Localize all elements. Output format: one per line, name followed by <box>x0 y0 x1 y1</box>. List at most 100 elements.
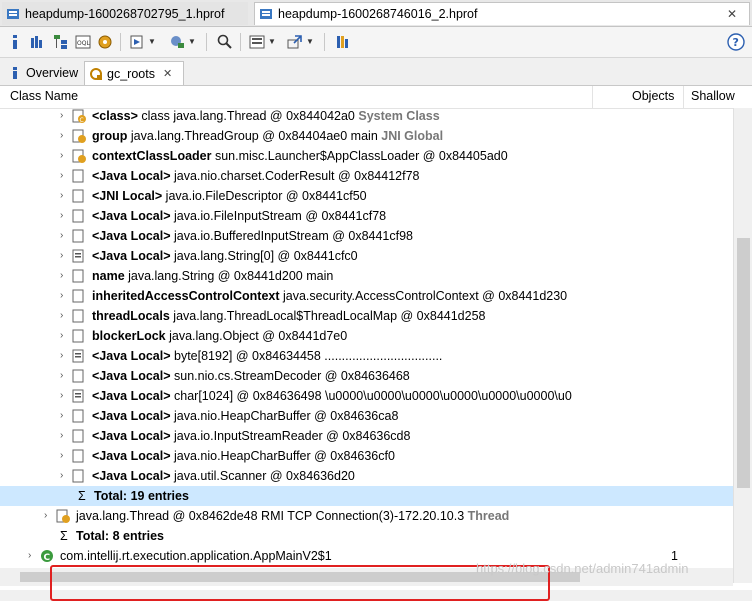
object-reference: java.lang.String[0] @ 0x8441cfc0 <box>170 249 358 263</box>
chevron-right-icon[interactable]: › <box>60 170 63 181</box>
chevron-down-icon[interactable]: ▼ <box>268 37 276 46</box>
field-name: <JNI Local> <box>92 189 163 203</box>
table-row[interactable]: › <Java Local> java.io.BufferedInputStrea… <box>0 226 733 246</box>
heapdump-file-icon <box>6 7 20 21</box>
calculate-retained-size-icon[interactable] <box>248 33 266 51</box>
chevron-right-icon[interactable]: › <box>60 250 63 261</box>
table-row[interactable]: › <Java Local> java.nio.HeapCharBuffer @ … <box>0 446 733 466</box>
editor-tab-heapdump-2[interactable]: heapdump-1600268746016_2.hprof ✕ <box>254 2 750 25</box>
table-row[interactable]: › <Java Local> java.nio.HeapCharBuffer @ … <box>0 406 733 426</box>
editor-tab-heapdump-1[interactable]: heapdump-1600268702795_1.hprof <box>2 2 248 25</box>
vertical-scrollbar[interactable] <box>733 108 752 583</box>
table-row-total-outer[interactable]: Σ Total: 8 entries <box>0 526 733 546</box>
object-reference: sun.nio.cs.StreamDecoder @ 0x84636468 <box>170 369 410 383</box>
object-reference: java.lang.Object @ 0x8441d7e0 <box>165 329 348 343</box>
dominator-tree-icon[interactable] <box>52 33 70 51</box>
table-row-total-inner[interactable]: Σ Total: 19 entries <box>0 486 733 506</box>
table-row[interactable]: › <Java Local> java.lang.String[0] @ 0x84… <box>0 246 733 266</box>
field-name: <Java Local> <box>92 249 171 263</box>
table-row[interactable]: › <Java Local> byte[8192] @ 0x84634458 ..… <box>0 346 733 366</box>
object-reference: java.io.FileInputStream @ 0x8441cf78 <box>170 209 387 223</box>
column-header-objects[interactable]: Objects <box>632 89 674 103</box>
object-reference: java.util.Scanner @ 0x84636d20 <box>170 469 355 483</box>
field-name: blockerLock <box>92 329 166 343</box>
close-icon[interactable]: ✕ <box>727 7 737 21</box>
object-icon <box>72 368 86 384</box>
chevron-right-icon[interactable]: › <box>60 110 63 121</box>
chevron-right-icon[interactable]: › <box>60 430 63 441</box>
chevron-right-icon[interactable]: › <box>60 210 63 221</box>
histogram-icon[interactable] <box>28 33 46 51</box>
table-row[interactable]: › name java.lang.String @ 0x8441d200 main <box>0 266 733 286</box>
chevron-right-icon[interactable]: › <box>44 510 47 521</box>
chevron-right-icon[interactable]: › <box>60 130 63 141</box>
object-icon <box>72 328 86 344</box>
table-row[interactable]: › group java.lang.ThreadGroup @ 0x84404ae… <box>0 126 733 146</box>
object-reference: sun.misc.Launcher$AppClassLoader @ 0x844… <box>211 149 508 163</box>
chevron-down-icon[interactable]: ▼ <box>148 37 156 46</box>
table-row[interactable]: › <Java Local> java.io.FileInputStream @ … <box>0 206 733 226</box>
chevron-right-icon[interactable]: › <box>60 310 63 321</box>
thread-row-gc-type: Thread <box>464 509 510 523</box>
svg-text:C: C <box>80 117 84 124</box>
tab-gc-roots[interactable]: gc_roots ✕ <box>84 61 184 85</box>
table-row[interactable]: › C <class> class java.lang.Thread @ 0x844… <box>0 106 733 126</box>
run-report-icon[interactable] <box>128 33 146 51</box>
gc-root-type: JNI Global <box>377 129 444 143</box>
info-icon[interactable] <box>6 33 24 51</box>
object-icon <box>72 468 86 484</box>
table-row[interactable]: › <JNI Local> java.io.FileDescriptor @ 0x… <box>0 186 733 206</box>
chevron-right-icon[interactable]: › <box>60 330 63 341</box>
chevron-right-icon[interactable]: › <box>60 410 63 421</box>
object-reference: java.io.BufferedInputStream @ 0x8441cf98 <box>170 229 413 243</box>
table-row[interactable]: › inheritedAccessControlContext java.secu… <box>0 286 733 306</box>
close-icon[interactable]: ✕ <box>163 67 172 80</box>
object-reference: java.lang.ThreadGroup @ 0x84404ae0 main <box>127 129 378 143</box>
chevron-down-icon[interactable]: ▼ <box>306 37 314 46</box>
chevron-right-icon[interactable]: › <box>60 270 63 281</box>
object-icon <box>72 248 86 264</box>
table-row-thread[interactable]: › java.lang.Thread @ 0x8462de48 RMI TCP … <box>0 506 733 526</box>
group-by-icon[interactable] <box>334 33 352 51</box>
total-outer-label: Total: 8 entries <box>76 529 164 543</box>
chevron-down-icon[interactable]: ▼ <box>188 37 196 46</box>
object-icon <box>72 268 86 284</box>
table-row[interactable]: › <Java Local> java.io.InputStreamReader … <box>0 426 733 446</box>
chevron-right-icon[interactable]: › <box>60 350 63 361</box>
table-row[interactable]: › contextClassLoader sun.misc.Launcher$Ap… <box>0 146 733 166</box>
query-browser-icon[interactable] <box>168 33 186 51</box>
table-row[interactable]: › blockerLock java.lang.Object @ 0x8441d7… <box>0 326 733 346</box>
tab-overview[interactable]: Overview <box>6 61 84 85</box>
tab-label: gc_roots <box>107 66 155 81</box>
chevron-right-icon[interactable]: › <box>60 450 63 461</box>
chevron-right-icon[interactable]: › <box>60 470 63 481</box>
help-icon[interactable]: ? <box>727 33 745 51</box>
vertical-scrollbar-thumb[interactable] <box>737 238 750 488</box>
object-icon <box>72 428 86 444</box>
table-row[interactable]: › <Java Local> java.util.Scanner @ 0x8463… <box>0 466 733 486</box>
gc-roots-tree-table: Class Name Objects Shallow › C <class> cla… <box>0 86 752 601</box>
object-icon <box>72 348 86 364</box>
chevron-right-icon[interactable]: › <box>60 390 63 401</box>
table-row[interactable]: › <Java Local> sun.nio.cs.StreamDecoder @… <box>0 366 733 386</box>
column-header-class-name[interactable]: Class Name <box>10 89 78 103</box>
table-row[interactable]: › <Java Local> char[1024] @ 0x84636498 \u… <box>0 386 733 406</box>
sum-icon: Σ <box>60 529 68 543</box>
oql-icon[interactable]: OQL <box>74 33 92 51</box>
chevron-right-icon[interactable]: › <box>60 370 63 381</box>
search-icon[interactable] <box>216 33 234 51</box>
export-icon[interactable] <box>286 33 304 51</box>
field-name: <Java Local> <box>92 469 171 483</box>
table-row[interactable]: › threadLocals java.lang.ThreadLocal$Thre… <box>0 306 733 326</box>
table-row[interactable]: › <Java Local> java.nio.charset.CoderResu… <box>0 166 733 186</box>
column-header-shallow[interactable]: Shallow <box>691 89 735 103</box>
object-icon <box>72 148 86 164</box>
thread-overview-icon[interactable] <box>96 33 114 51</box>
object-reference: java.lang.ThreadLocal$ThreadLocalMap @ 0… <box>169 309 486 323</box>
object-reference: class java.lang.Thread @ 0x844042a0 <box>137 109 355 123</box>
chevron-right-icon[interactable]: › <box>60 230 63 241</box>
chevron-right-icon[interactable]: › <box>60 190 63 201</box>
chevron-right-icon[interactable]: › <box>28 550 31 561</box>
chevron-right-icon[interactable]: › <box>60 150 63 161</box>
chevron-right-icon[interactable]: › <box>60 290 63 301</box>
